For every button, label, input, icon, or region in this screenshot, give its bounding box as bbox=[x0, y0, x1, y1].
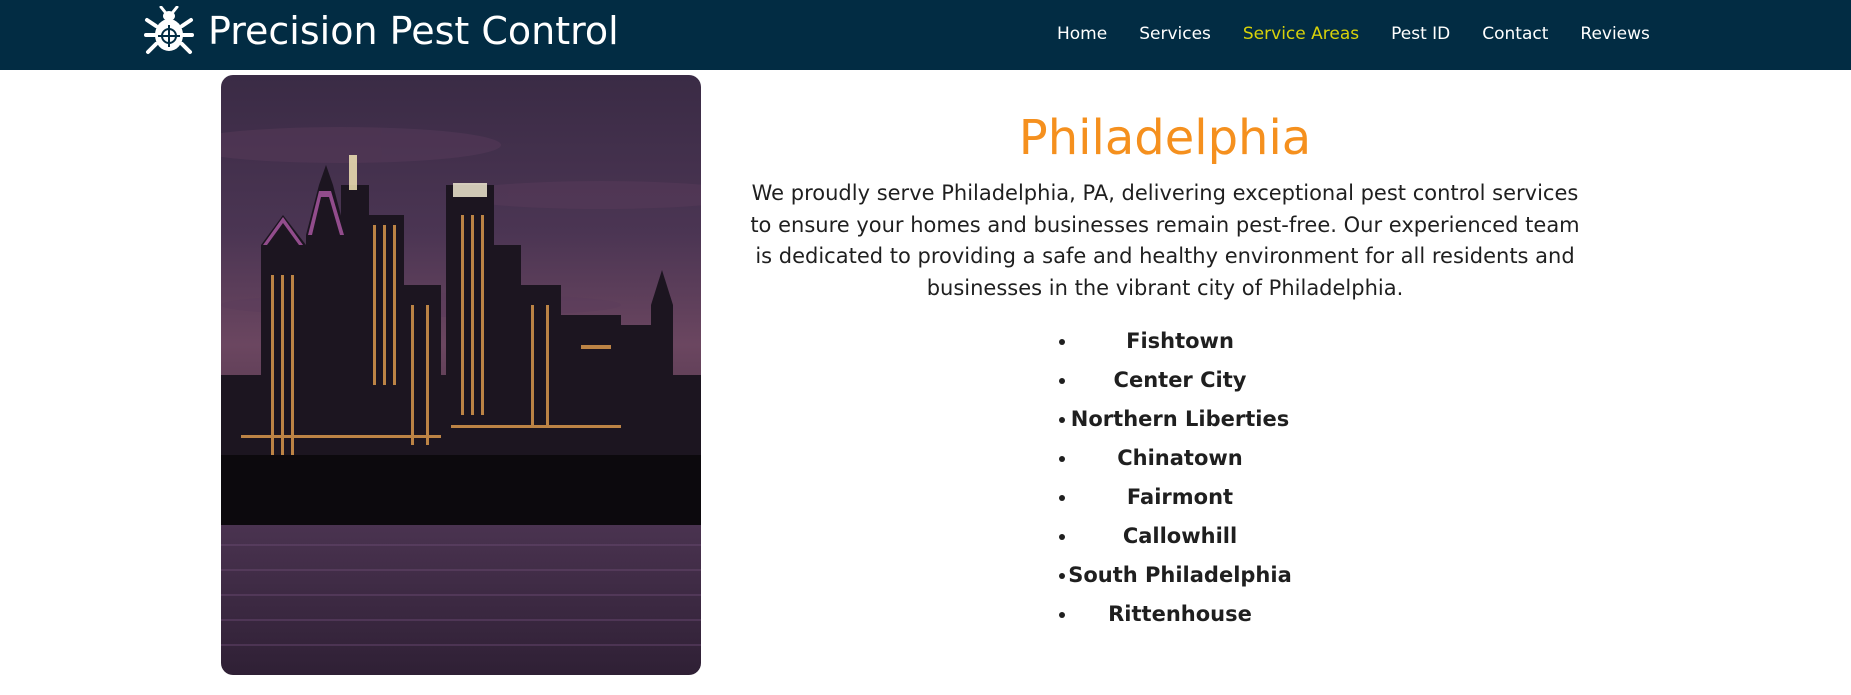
city-title: Philadelphia bbox=[1018, 110, 1312, 166]
neighborhood-list: Fishtown Center City Northern Liberties … bbox=[745, 322, 1585, 634]
bug-target-icon bbox=[144, 6, 194, 54]
nav-service-areas-link[interactable]: Service Areas bbox=[1243, 24, 1359, 44]
nav-pest-id-link[interactable]: Pest ID bbox=[1391, 24, 1450, 44]
bullet-icon bbox=[1059, 573, 1065, 579]
neighborhood-label: Rittenhouse bbox=[1108, 602, 1252, 626]
list-item: Northern Liberties bbox=[745, 400, 1585, 439]
bullet-icon bbox=[1059, 417, 1065, 423]
bullet-icon bbox=[1059, 456, 1065, 462]
list-item: South Philadelphia bbox=[745, 556, 1585, 595]
service-area-content: Philadelphia We proudly serve Philadelph… bbox=[745, 108, 1585, 634]
list-item: Fairmont bbox=[745, 478, 1585, 517]
navbar: Precision Pest Control Home Services Ser… bbox=[0, 0, 1851, 70]
list-item: Center City bbox=[745, 361, 1585, 400]
nav-reviews-link[interactable]: Reviews bbox=[1580, 24, 1650, 44]
list-item: Fishtown bbox=[745, 322, 1585, 361]
bullet-icon bbox=[1059, 339, 1065, 345]
neighborhood-label: Chinatown bbox=[1117, 446, 1243, 470]
brand-logo-link[interactable]: Precision Pest Control bbox=[144, 6, 619, 56]
neighborhood-label: Center City bbox=[1113, 368, 1247, 392]
city-description: We proudly serve Philadelphia, PA, deliv… bbox=[750, 181, 1580, 300]
neighborhood-label: Fishtown bbox=[1126, 329, 1234, 353]
bullet-icon bbox=[1059, 534, 1065, 540]
list-item: Callowhill bbox=[745, 517, 1585, 556]
nav-contact-link[interactable]: Contact bbox=[1482, 24, 1548, 44]
neighborhood-label: Fairmont bbox=[1126, 485, 1234, 509]
bullet-icon bbox=[1059, 378, 1065, 384]
bullet-icon bbox=[1059, 612, 1065, 618]
list-item: Rittenhouse bbox=[745, 595, 1585, 634]
nav-services-link[interactable]: Services bbox=[1139, 24, 1211, 44]
philadelphia-skyline-photo bbox=[221, 75, 701, 675]
neighborhood-label: Callowhill bbox=[1122, 524, 1238, 548]
city-skyline-image bbox=[221, 75, 701, 675]
nav-home-link[interactable]: Home bbox=[1057, 24, 1107, 44]
neighborhood-label: Northern Liberties bbox=[1070, 407, 1290, 431]
list-item: Chinatown bbox=[745, 439, 1585, 478]
neighborhood-label: South Philadelphia bbox=[1068, 563, 1292, 587]
brand-name: Precision Pest Control bbox=[208, 9, 619, 53]
main-nav: Home Services Service Areas Pest ID Cont… bbox=[1057, 22, 1650, 46]
bullet-icon bbox=[1059, 495, 1065, 501]
